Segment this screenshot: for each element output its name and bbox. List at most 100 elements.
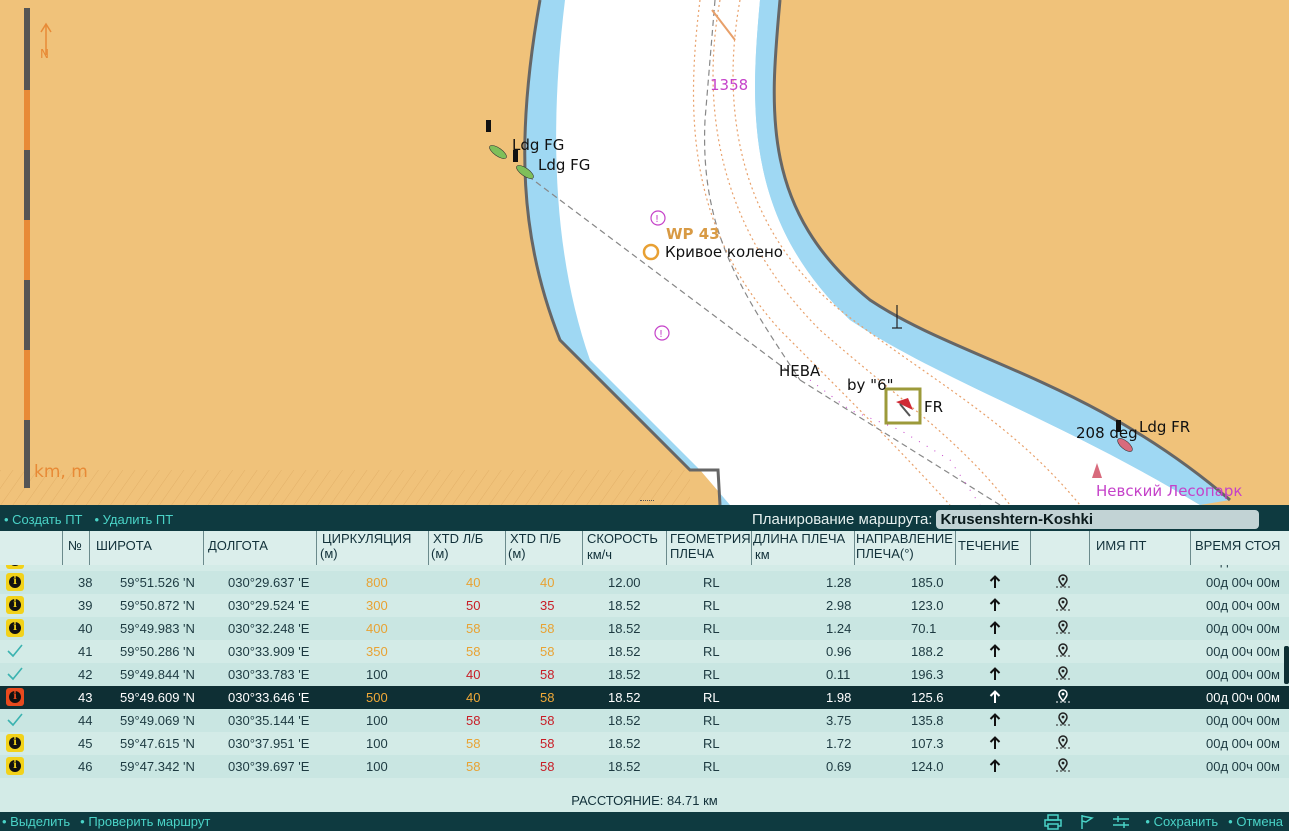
- location-pin-icon[interactable]: [1054, 666, 1072, 682]
- cell-speed[interactable]: 18.52: [608, 667, 641, 682]
- cell-xtd-l[interactable]: 58: [466, 713, 480, 728]
- cell-geometry[interactable]: RL: [703, 575, 720, 590]
- check-status-icon[interactable]: [6, 711, 24, 729]
- cell-speed[interactable]: 18.52: [608, 690, 641, 705]
- cell-geometry[interactable]: RL: [703, 690, 720, 705]
- location-pin-icon[interactable]: [1054, 735, 1072, 751]
- table-row[interactable]: i 40 59°49.983 'N 030°32.248 'E 400 58 58 18.52…: [0, 617, 1289, 640]
- table-row[interactable]: i 38 59°51.526 'N 030°29.637 'E 800 40 40 12.00…: [0, 571, 1289, 594]
- cell-xtd-l[interactable]: 58: [466, 644, 480, 659]
- settings-sliders-icon[interactable]: [1111, 814, 1131, 830]
- nautical-chart[interactable]: N ! ! Ldg FG Ldg FG 1358 WP 43 Кривое ко…: [0, 0, 1289, 505]
- table-row[interactable]: 44 59°49.069 'N 030°35.144 'E 100 58 58 18.52 R…: [0, 709, 1289, 732]
- info-status-icon[interactable]: i: [6, 734, 24, 752]
- col-leg-length[interactable]: ДЛИНА ПЛЕЧА: [753, 532, 845, 545]
- location-pin-icon[interactable]: [1054, 643, 1072, 659]
- cell-turn[interactable]: 100: [366, 667, 388, 682]
- col-current[interactable]: ТЕЧЕНИЕ: [958, 539, 1019, 552]
- cell-stay-time[interactable]: 00д 00ч 00м: [1206, 667, 1280, 682]
- cell-turn[interactable]: 100: [366, 736, 388, 751]
- table-row[interactable]: 41 59°50.286 'N 030°33.909 'E 350 58 58 18.52 R…: [0, 640, 1289, 663]
- cell-stay-time[interactable]: 00д 00ч 00м: [1206, 575, 1280, 590]
- table-row[interactable]: i 39 59°50.872 'N 030°29.524 'E 300 50 35 18.52…: [0, 594, 1289, 617]
- col-geometry[interactable]: ГЕОМЕТРИЯ: [670, 532, 751, 545]
- cell-stay-time[interactable]: 00д 00ч 00м: [1206, 644, 1280, 659]
- cell-geometry[interactable]: RL: [703, 713, 720, 728]
- select-button[interactable]: Выделить: [2, 814, 70, 829]
- cell-stay-time[interactable]: 00д 00ч 00м: [1206, 621, 1280, 636]
- delete-waypoint-button[interactable]: Удалить ПТ: [94, 512, 174, 527]
- location-pin-icon[interactable]: [1054, 574, 1072, 590]
- create-waypoint-button[interactable]: Создать ПТ: [4, 512, 82, 527]
- info-status-icon[interactable]: i: [6, 573, 24, 591]
- cell-turn[interactable]: 350: [366, 644, 388, 659]
- cell-geometry[interactable]: RL: [703, 598, 720, 613]
- info-status-icon[interactable]: i: [6, 757, 24, 775]
- check-status-icon[interactable]: [6, 642, 24, 660]
- panel-splitter[interactable]: [640, 500, 654, 502]
- cell-stay-time[interactable]: 00д 00ч 00м: [1206, 598, 1280, 613]
- col-num[interactable]: №: [68, 539, 82, 552]
- cell-xtd-l[interactable]: 58: [466, 621, 480, 636]
- cell-speed[interactable]: 18.52: [608, 621, 641, 636]
- cell-xtd-r[interactable]: 58: [540, 667, 554, 682]
- col-speed[interactable]: СКОРОСТЬ: [587, 532, 658, 545]
- cell-stay-time[interactable]: 00д 00ч 00м: [1206, 690, 1280, 705]
- cell-geometry[interactable]: RL: [703, 621, 720, 636]
- col-xtd-l[interactable]: XTD Л/Б: [433, 532, 483, 545]
- cell-xtd-r[interactable]: 58: [540, 713, 554, 728]
- cell-stay-time[interactable]: 00д 00ч 00м: [1206, 713, 1280, 728]
- cancel-button[interactable]: Отмена: [1228, 814, 1283, 829]
- cell-speed[interactable]: 18.52: [608, 713, 641, 728]
- col-wp-name[interactable]: ИМЯ ПТ: [1096, 539, 1146, 552]
- cell-speed[interactable]: 18.52: [608, 598, 641, 613]
- cell-turn[interactable]: 500: [366, 690, 388, 705]
- vertical-scrollbar[interactable]: [1284, 646, 1289, 684]
- cell-xtd-l[interactable]: 58: [466, 736, 480, 751]
- location-pin-icon[interactable]: [1054, 620, 1072, 636]
- cell-xtd-l[interactable]: 40: [466, 667, 480, 682]
- cell-xtd-l[interactable]: 50: [466, 598, 480, 613]
- check-status-icon[interactable]: [6, 665, 24, 683]
- route-name-input[interactable]: [936, 509, 1260, 529]
- cell-speed[interactable]: 12.00: [608, 575, 641, 590]
- cell-geometry[interactable]: RL: [703, 759, 720, 774]
- cell-turn[interactable]: 100: [366, 759, 388, 774]
- info-status-icon[interactable]: i: [6, 619, 24, 637]
- location-pin-icon[interactable]: [1054, 758, 1072, 774]
- cell-xtd-r[interactable]: 35: [540, 598, 554, 613]
- cell-speed[interactable]: 18.52: [608, 759, 641, 774]
- flag-icon[interactable]: [1077, 814, 1097, 830]
- col-stay-time[interactable]: ВРЕМЯ СТОЯ: [1195, 539, 1280, 552]
- col-turn[interactable]: ЦИРКУЛЯЦИЯ: [322, 532, 411, 545]
- table-row[interactable]: i 43 59°49.609 'N 030°33.646 'E 500 40 58 18.52…: [0, 686, 1289, 709]
- cell-speed[interactable]: 18.52: [608, 736, 641, 751]
- col-lon[interactable]: ДОЛГОТА: [208, 539, 268, 552]
- cell-stay-time[interactable]: 00д 00ч 00м: [1206, 759, 1280, 774]
- cell-geometry[interactable]: RL: [703, 736, 720, 751]
- col-xtd-r[interactable]: XTD П/Б: [510, 532, 561, 545]
- cell-xtd-r[interactable]: 58: [540, 621, 554, 636]
- cell-xtd-r[interactable]: 58: [540, 736, 554, 751]
- cell-xtd-l[interactable]: 40: [466, 690, 480, 705]
- table-row[interactable]: i 46 59°47.342 'N 030°39.697 'E 100 58 58 18.52…: [0, 755, 1289, 778]
- cell-turn[interactable]: 800: [366, 575, 388, 590]
- cell-xtd-l[interactable]: 40: [466, 575, 480, 590]
- cell-turn[interactable]: 400: [366, 621, 388, 636]
- cell-turn[interactable]: 100: [366, 713, 388, 728]
- location-pin-icon[interactable]: [1054, 712, 1072, 728]
- save-button[interactable]: Сохранить: [1145, 814, 1219, 829]
- alert-status-icon[interactable]: i: [6, 688, 24, 706]
- col-direction[interactable]: НАПРАВЛЕНИЕ: [856, 532, 953, 545]
- table-row[interactable]: 42 59°49.844 'N 030°33.783 'E 100 40 58 18.52 R…: [0, 663, 1289, 686]
- location-pin-icon[interactable]: [1054, 689, 1072, 705]
- cell-geometry[interactable]: RL: [703, 644, 720, 659]
- check-route-button[interactable]: Проверить маршрут: [80, 814, 210, 829]
- location-pin-icon[interactable]: [1054, 597, 1072, 613]
- cell-xtd-r[interactable]: 58: [540, 759, 554, 774]
- cell-xtd-r[interactable]: 58: [540, 690, 554, 705]
- cell-xtd-r[interactable]: 40: [540, 575, 554, 590]
- table-row[interactable]: i 45 59°47.615 'N 030°37.951 'E 100 58 58 18.52…: [0, 732, 1289, 755]
- col-lat[interactable]: ШИРОТА: [96, 539, 152, 552]
- cell-geometry[interactable]: RL: [703, 667, 720, 682]
